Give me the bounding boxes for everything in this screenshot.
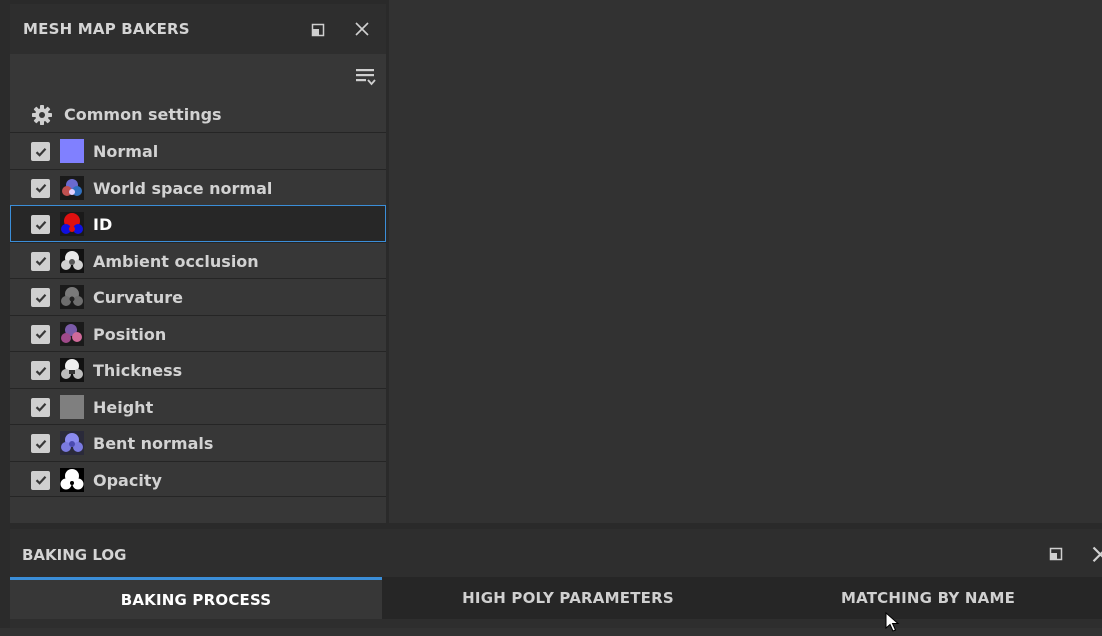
opacity-icon	[60, 467, 84, 492]
baker-checkbox[interactable]	[31, 470, 50, 490]
tab-matching-by-name[interactable]: MATCHING BY NAME	[754, 577, 1102, 619]
undock-icon[interactable]	[308, 20, 328, 40]
tab-high-poly-parameters[interactable]: HIGH POLY PARAMETERS	[382, 577, 754, 619]
baker-row-world-space-normal[interactable]: World space normal	[10, 168, 386, 206]
baker-checkbox[interactable]	[31, 361, 50, 380]
panel-splitter[interactable]	[386, 0, 389, 523]
baker-row-thickness[interactable]: Thickness	[10, 351, 386, 388]
baker-label: Bent normals	[93, 434, 214, 453]
baker-row-height[interactable]: Height	[10, 387, 386, 425]
mouse-cursor-icon	[885, 611, 903, 632]
common-settings-label: Common settings	[64, 105, 222, 124]
baker-checkbox[interactable]	[31, 397, 50, 417]
baker-label: World space normal	[93, 178, 273, 198]
close-icon[interactable]	[1088, 542, 1102, 564]
baker-row-opacity[interactable]: Opacity	[10, 460, 386, 497]
log-tabs: BAKING PROCESS HIGH POLY PARAMETERS MATC…	[10, 577, 1102, 619]
baker-checkbox[interactable]	[31, 288, 50, 307]
log-panel-title: BAKING LOG	[22, 546, 127, 564]
baker-row-id[interactable]: ID	[10, 205, 386, 242]
left-edge-strip	[0, 0, 10, 628]
baker-row-bent-normals[interactable]: Bent normals	[10, 424, 386, 461]
position-icon	[60, 321, 84, 346]
baker-checkbox[interactable]	[31, 142, 50, 161]
close-icon[interactable]	[352, 19, 372, 39]
baker-label: Position	[93, 324, 167, 344]
baker-label: Curvature	[93, 288, 184, 307]
gear-icon	[31, 104, 53, 126]
baker-label: ID	[93, 215, 113, 234]
bakers-panel-header: MESH MAP BAKERS	[10, 4, 386, 54]
baker-label: Height	[93, 397, 154, 417]
world-space-normal-icon	[60, 175, 84, 200]
baker-list: Normal World space normal ID Ambient occ…	[10, 132, 386, 497]
id-map-icon	[60, 212, 84, 236]
baker-row-position[interactable]: Position	[10, 314, 386, 352]
mesh-map-bakers-panel: MESH MAP BAKERS Common settings Normal W…	[10, 4, 386, 523]
ambient-occlusion-icon	[60, 248, 84, 273]
panel-title: MESH MAP BAKERS	[23, 20, 190, 38]
baker-label: Thickness	[93, 361, 183, 380]
undock-icon[interactable]	[1046, 544, 1066, 564]
baker-row-ambient-occlusion[interactable]: Ambient occlusion	[10, 241, 386, 279]
baker-checkbox[interactable]	[31, 324, 50, 344]
baker-label: Normal	[93, 142, 159, 161]
baker-checkbox[interactable]	[31, 434, 50, 453]
curvature-icon	[60, 285, 84, 309]
baker-row-curvature[interactable]: Curvature	[10, 278, 386, 315]
baker-checkbox[interactable]	[31, 251, 50, 271]
thickness-icon	[60, 358, 84, 382]
baking-log-panel: BAKING LOG BAKING PROCESS HIGH POLY PARA…	[10, 529, 1102, 628]
baker-label: Ambient occlusion	[93, 251, 259, 271]
tab-baking-process[interactable]: BAKING PROCESS	[10, 577, 382, 619]
baker-label: Opacity	[93, 470, 162, 490]
bent-normals-icon	[60, 431, 84, 455]
baker-checkbox[interactable]	[31, 215, 50, 234]
height-icon	[60, 394, 84, 419]
baker-row-normal[interactable]: Normal	[10, 132, 386, 169]
baker-checkbox[interactable]	[31, 178, 50, 198]
normal-map-icon	[60, 139, 84, 163]
common-settings-item[interactable]: Common settings	[10, 96, 386, 132]
filter-list-icon[interactable]	[354, 66, 378, 90]
